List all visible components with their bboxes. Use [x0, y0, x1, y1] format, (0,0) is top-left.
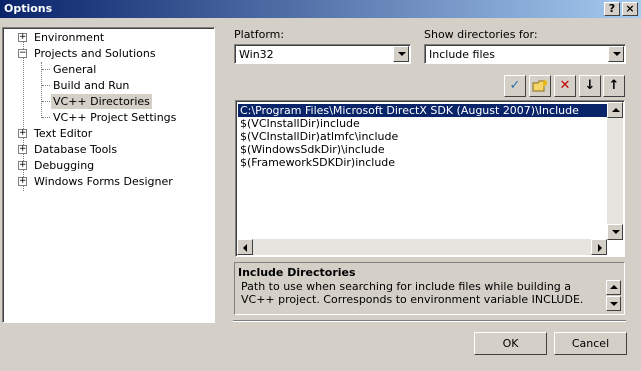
directory-row[interactable]: $(FrameworkSDKDir)include — [238, 156, 397, 169]
tree-item-vc-project-settings[interactable]: VC++ Project Settings — [53, 110, 203, 125]
show-directories-select[interactable]: Include files — [424, 44, 626, 64]
tree-item-label: Projects and Solutions — [34, 47, 156, 60]
dropdown-arrow-icon[interactable] — [393, 46, 409, 62]
tree-item-debugging[interactable]: + Debugging — [18, 158, 208, 173]
scroll-down-icon[interactable] — [607, 224, 623, 240]
window-title: Options — [4, 2, 53, 15]
delete-icon[interactable]: ✕ — [554, 75, 576, 97]
help-button[interactable]: ? — [604, 2, 620, 16]
dropdown-arrow-icon[interactable] — [608, 46, 624, 62]
platform-value: Win32 — [239, 48, 274, 61]
description-scroll-down-icon[interactable] — [606, 296, 621, 311]
tree-connector — [42, 101, 50, 102]
tree-connector — [42, 117, 50, 118]
tree-item-general[interactable]: General — [53, 62, 203, 77]
tree-connector — [41, 62, 42, 118]
collapse-icon[interactable]: − — [18, 49, 27, 58]
title-bar: Options ? × — [0, 0, 641, 18]
tree-item-label: Environment — [34, 31, 105, 44]
tree-item-environment[interactable]: + Environment — [18, 30, 208, 45]
tree-item-label: Debugging — [34, 159, 95, 172]
tree-item-projects-and-solutions[interactable]: − Projects and Solutions — [18, 46, 208, 61]
directory-row[interactable]: C:\Program Files\Microsoft DirectX SDK (… — [238, 104, 608, 117]
tree-item-label: Build and Run — [53, 79, 130, 92]
tree-item-label: Windows Forms Designer — [34, 175, 173, 188]
description-text: Path to use when searching for include f… — [241, 280, 584, 306]
description-scroll-up-icon[interactable] — [606, 280, 621, 295]
tree-item-database-tools[interactable]: + Database Tools — [18, 142, 208, 157]
directory-row[interactable]: $(VCInstallDir)include — [238, 117, 362, 130]
scroll-right-icon[interactable] — [591, 239, 607, 255]
platform-select[interactable]: Win32 — [234, 44, 411, 64]
tree-item-label: Database Tools — [34, 143, 118, 156]
new-folder-icon[interactable] — [529, 75, 551, 97]
expand-icon[interactable]: + — [18, 161, 27, 170]
tree-item-label: VC++ Directories — [51, 94, 152, 109]
tree-item-vc-directories[interactable]: VC++ Directories — [51, 94, 201, 109]
directory-row[interactable]: $(VCInstallDir)atlmfc\include — [238, 130, 400, 143]
options-tree[interactable]: + Environment − Projects and Solutions G… — [2, 27, 215, 323]
tree-item-text-editor[interactable]: + Text Editor — [18, 126, 208, 141]
scroll-up-icon[interactable] — [607, 102, 623, 118]
separator — [233, 320, 626, 322]
tree-item-label: VC++ Project Settings — [53, 111, 177, 124]
platform-label: Platform: — [234, 28, 285, 41]
expand-icon[interactable]: + — [18, 177, 27, 186]
close-button[interactable]: × — [622, 2, 638, 16]
directory-row[interactable]: $(WindowsSdkDir)\include — [238, 143, 387, 156]
vertical-scrollbar[interactable] — [607, 102, 623, 240]
tree-item-label: Text Editor — [34, 127, 93, 140]
tree-item-build-and-run[interactable]: Build and Run — [53, 78, 203, 93]
expand-icon[interactable]: + — [18, 129, 27, 138]
tree-item-windows-forms-designer[interactable]: + Windows Forms Designer — [18, 174, 208, 189]
expand-icon[interactable]: + — [18, 33, 27, 42]
show-directories-value: Include files — [429, 48, 496, 61]
directories-list[interactable]: C:\Program Files\Microsoft DirectX SDK (… — [235, 100, 625, 257]
description-panel: Include Directories Path to use when sea… — [234, 262, 625, 315]
expand-icon[interactable]: + — [18, 145, 27, 154]
description-title: Include Directories — [238, 266, 356, 279]
show-directories-label: Show directories for: — [424, 28, 538, 41]
tree-connector — [42, 69, 50, 70]
horizontal-scrollbar[interactable] — [237, 239, 607, 255]
scroll-left-icon[interactable] — [237, 239, 253, 255]
cancel-button[interactable]: Cancel — [554, 332, 627, 355]
move-up-icon[interactable]: ↑ — [603, 75, 625, 97]
move-down-icon[interactable]: ↓ — [579, 75, 601, 97]
tree-connector — [42, 85, 50, 86]
apply-check-icon[interactable]: ✓ — [504, 75, 526, 97]
ok-button[interactable]: OK — [474, 332, 547, 355]
tree-item-label: General — [53, 63, 97, 76]
